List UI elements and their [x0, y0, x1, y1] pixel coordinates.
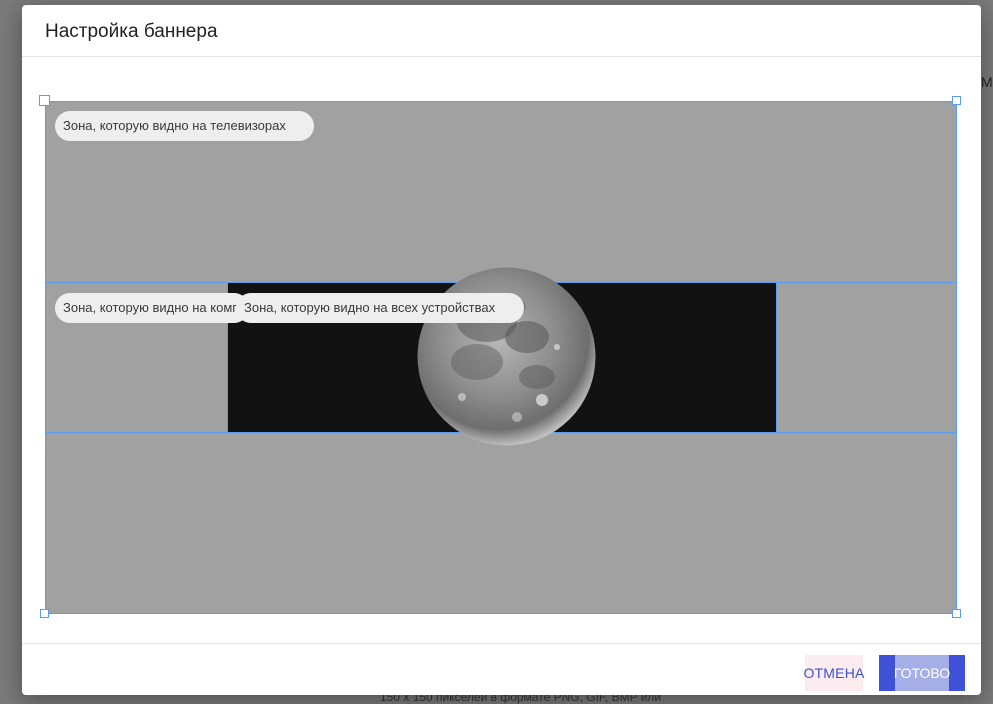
banner-crop-area[interactable]: Зона, которую видно на телевизорах Зона,…: [45, 101, 957, 614]
cancel-button[interactable]: ОТМЕНА: [803, 655, 864, 691]
done-button-label: ГОТОВО: [893, 665, 951, 681]
tv-zone-label: Зона, которую видно на телевизорах: [55, 111, 314, 141]
resize-handle-bottom-right[interactable]: [952, 609, 961, 618]
background-text-right: M: [981, 74, 993, 90]
dialog-title: Настройка баннера: [45, 21, 218, 42]
dialog-header: Настройка баннера: [22, 5, 981, 57]
resize-handle-bottom-left[interactable]: [40, 609, 49, 618]
dialog-footer: ОТМЕНА ГОТОВО: [22, 643, 981, 696]
all-devices-zone-label: Зона, которую видно на всех устройствах: [236, 293, 524, 323]
resize-handle-top-right[interactable]: [952, 96, 961, 105]
resize-handle-top-left[interactable]: [39, 95, 50, 106]
middle-zone-label: Зона, которую видно на компьютерах: [55, 293, 249, 323]
done-button[interactable]: ГОТОВО: [879, 655, 965, 691]
